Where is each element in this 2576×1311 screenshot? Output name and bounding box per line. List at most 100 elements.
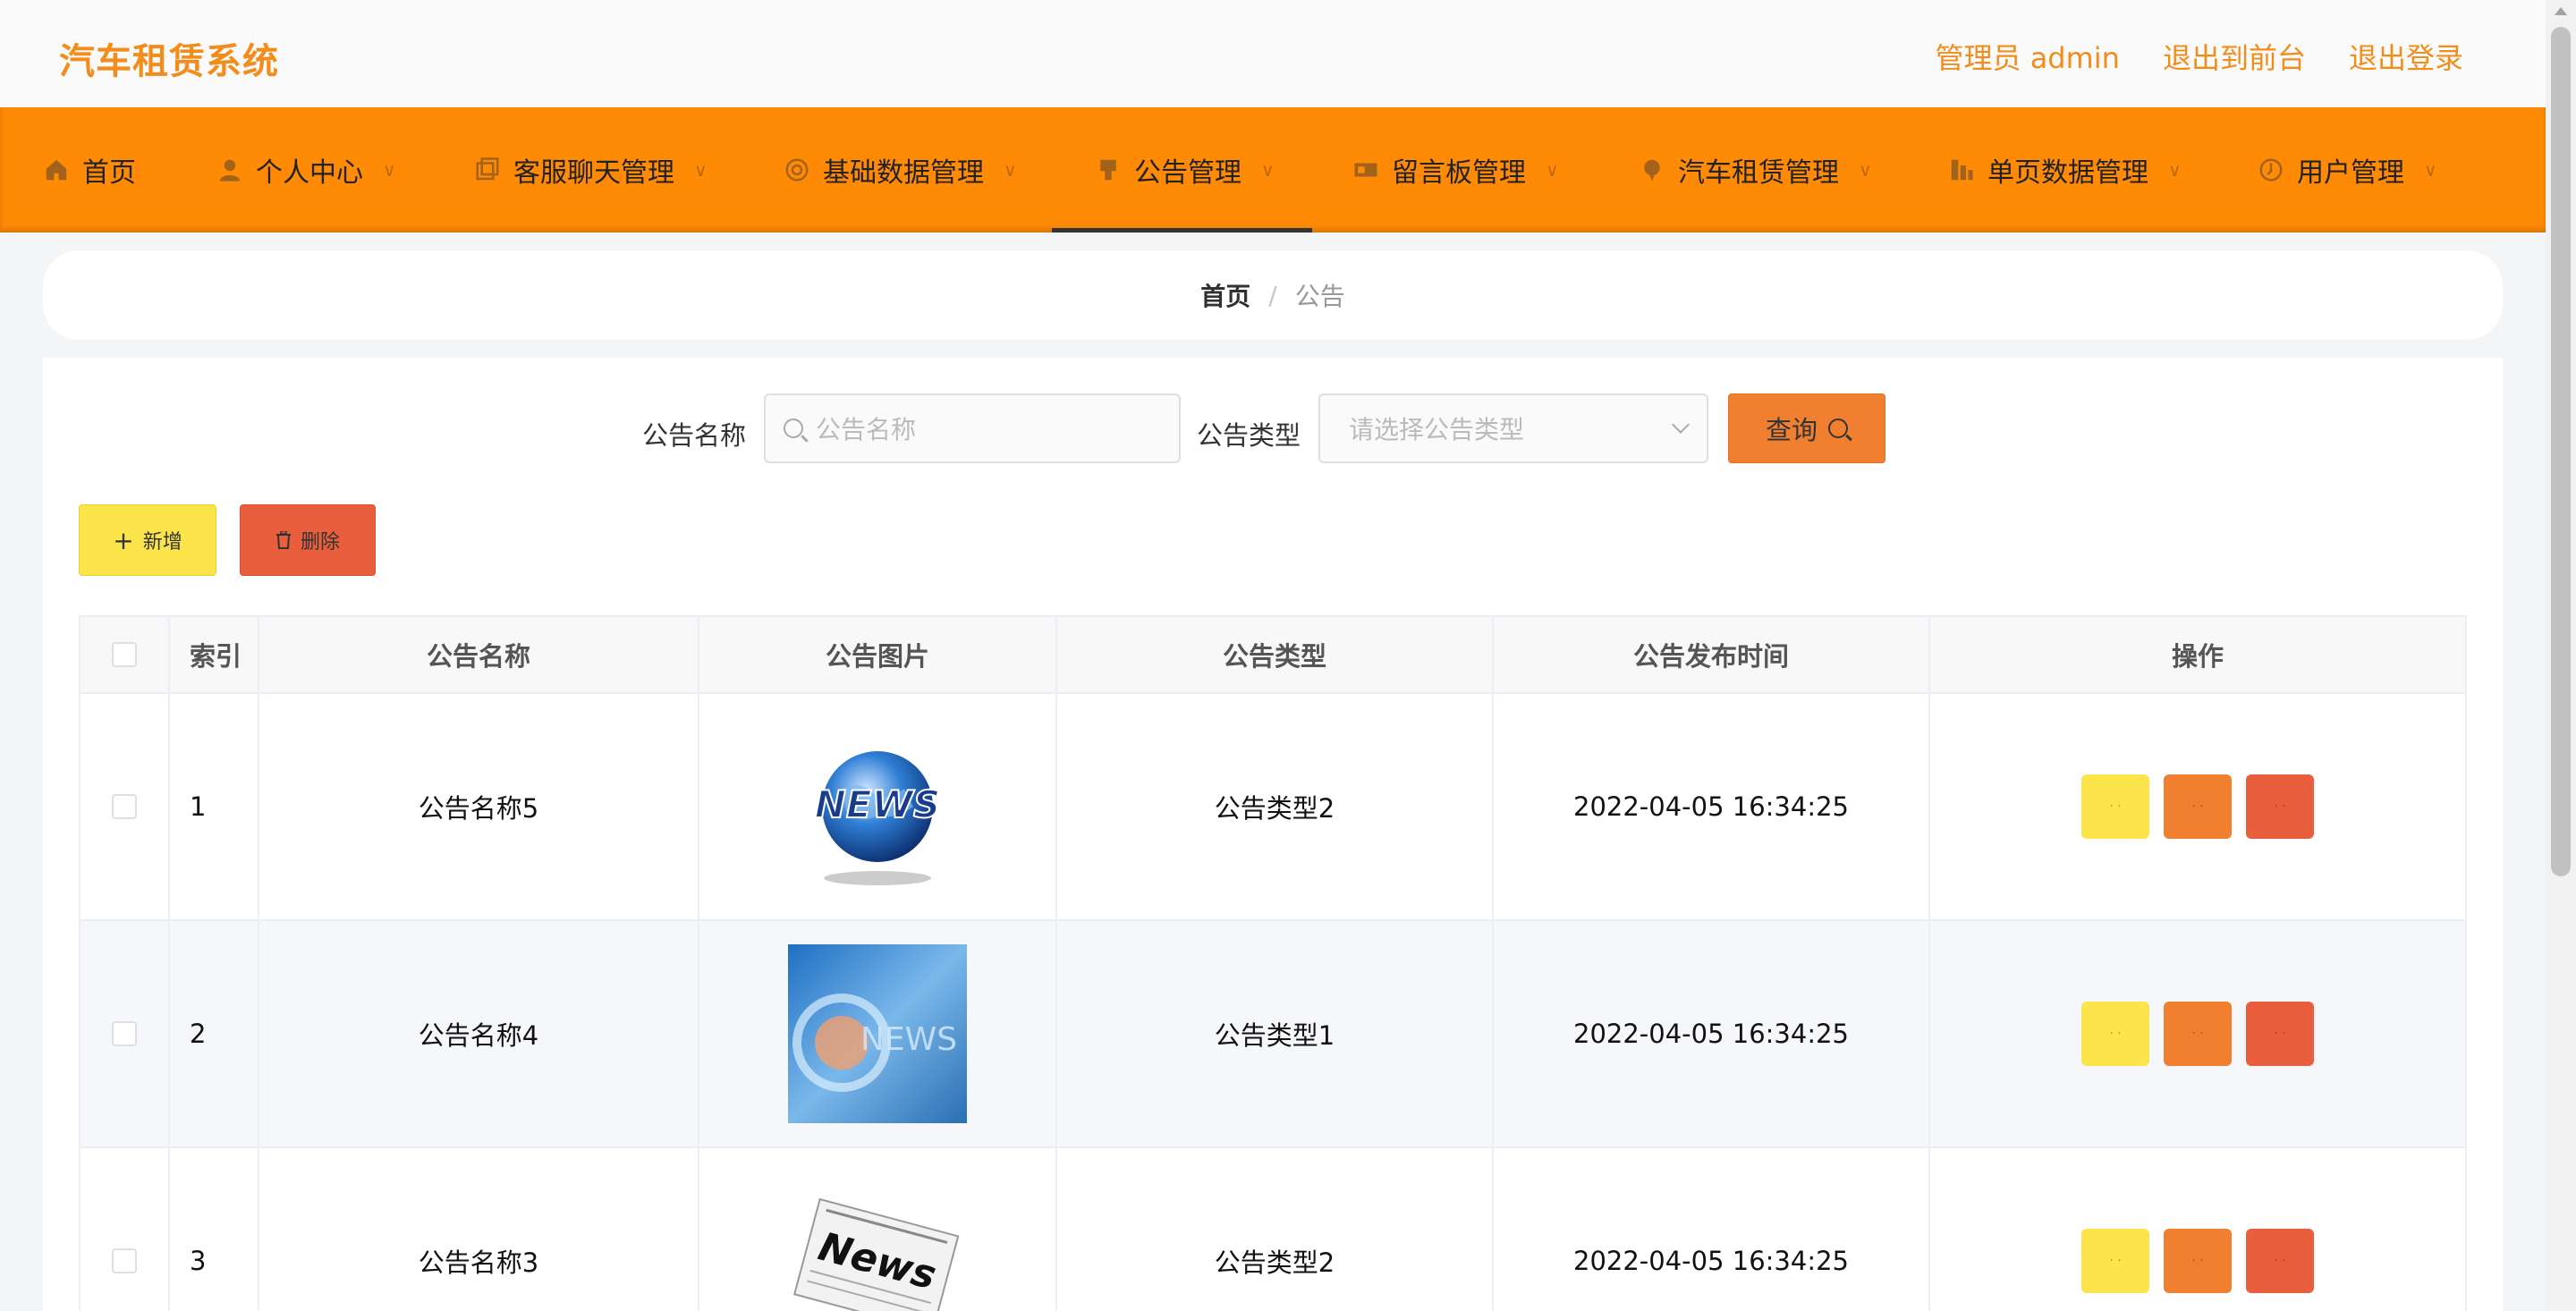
- notice-type-placeholder: 请选择公告类型: [1349, 415, 1525, 444]
- row-type: 公告类型2: [1057, 1148, 1494, 1311]
- notice-type-select[interactable]: 请选择公告类型: [1318, 393, 1708, 463]
- nav-item-notice[interactable]: 公告管理 ∨: [1052, 107, 1312, 233]
- nav-label: 首页: [82, 157, 136, 189]
- row-checkbox[interactable]: [112, 794, 137, 819]
- nav-item-personal[interactable]: 个人中心 ∨: [216, 107, 396, 233]
- select-all-checkbox[interactable]: [112, 642, 137, 667]
- row-image-cell: NEWS: [699, 694, 1057, 919]
- nav-item-home[interactable]: 首页: [43, 107, 136, 233]
- chevron-down-icon: ∨: [1004, 159, 1017, 181]
- newspaper-image: News: [792, 1197, 960, 1311]
- plus-icon: +: [113, 525, 134, 555]
- row-delete-button[interactable]: · ·: [2246, 1229, 2314, 1293]
- trash-icon: [275, 531, 291, 549]
- delete-button[interactable]: 删除: [240, 504, 376, 576]
- column-header-ops: 操作: [2171, 641, 2224, 672]
- nav-label: 留言板管理: [1392, 157, 1526, 189]
- chevron-down-icon: ∨: [694, 159, 708, 181]
- nav-item-car-rental[interactable]: 汽车租赁管理 ∨: [1639, 107, 1872, 233]
- notice-table: 索引 公告名称 公告图片 公告类型 公告发布时间 操作 1 公告名称5 NEWS…: [79, 615, 2467, 1311]
- logout-link[interactable]: 退出登录: [2349, 36, 2463, 77]
- column-header-type: 公告类型: [1057, 617, 1494, 692]
- row-type: 公告类型2: [1057, 694, 1494, 919]
- nav-label: 汽车租赁管理: [1678, 157, 1839, 189]
- main-nav: 首页 个人中心 ∨ 客服聊天管理 ∨ 基础数据管理 ∨ 公告管理 ∨ 留言板管理…: [0, 107, 2546, 233]
- search-icon: [1828, 419, 1848, 438]
- home-icon: [46, 159, 67, 181]
- row-type: 公告类型1: [1057, 921, 1494, 1146]
- nav-item-basic-data[interactable]: 基础数据管理 ∨: [784, 107, 1017, 233]
- add-button[interactable]: + 新增: [79, 504, 216, 576]
- nav-item-users[interactable]: 用户管理 ∨: [2258, 107, 2437, 233]
- breadcrumb-current: 公告: [1294, 282, 1345, 311]
- nav-item-message-board[interactable]: 留言板管理 ∨: [1352, 107, 1559, 233]
- column-header-index: 索引: [170, 617, 259, 692]
- chevron-down-icon: [1672, 416, 1690, 434]
- query-button[interactable]: 查询: [1728, 393, 1885, 463]
- scroll-up-arrow-icon[interactable]: [2555, 7, 2567, 15]
- row-ops: · · · · · ·: [1930, 694, 2465, 919]
- app-title: 汽车租赁系统: [59, 41, 279, 82]
- svg-text:NEWS: NEWS: [860, 1021, 957, 1058]
- row-index: 3: [170, 1148, 259, 1311]
- message-board-icon: [1354, 163, 1377, 177]
- top-header: 汽车租赁系统 管理员 admin 退出到前台 退出登录: [0, 0, 2546, 107]
- edit-button[interactable]: · ·: [2164, 774, 2232, 839]
- row-time: 2022-04-05 16:34:25: [1494, 921, 1930, 1146]
- edit-button[interactable]: · ·: [2164, 1002, 2232, 1066]
- nav-label: 客服聊天管理: [513, 157, 674, 189]
- row-checkbox-cell: [80, 921, 170, 1146]
- row-index: 2: [170, 921, 259, 1146]
- row-delete-button[interactable]: · ·: [2246, 1002, 2314, 1066]
- notice-name-label: 公告名称: [642, 420, 747, 451]
- chevron-down-icon: ∨: [2424, 159, 2437, 181]
- nav-label: 公告管理: [1134, 157, 1241, 189]
- row-name: 公告名称3: [259, 1148, 699, 1311]
- nav-label: 单页数据管理: [1987, 157, 2148, 189]
- breadcrumb: 首页 / 公告: [43, 250, 2503, 340]
- nav-item-chat[interactable]: 客服聊天管理 ∨: [474, 107, 708, 233]
- content-panel: 公告名称 公告名称 公告类型 请选择公告类型 查询 + 新增 删除 索引 公告名…: [43, 358, 2503, 1311]
- notice-name-input[interactable]: 公告名称: [764, 393, 1181, 463]
- nav-item-single-page[interactable]: 单页数据管理 ∨: [1948, 107, 2182, 233]
- edit-button[interactable]: · ·: [2164, 1229, 2232, 1293]
- table-row: 1 公告名称5 NEWS 公告类型2 2022-04-05 16:34:25 ·…: [80, 694, 2465, 921]
- nav-label: 用户管理: [2297, 157, 2404, 189]
- delete-label: 删除: [300, 531, 340, 554]
- row-ops: · · · · · ·: [1930, 921, 2465, 1146]
- column-header-name: 公告名称: [259, 617, 699, 692]
- row-delete-button[interactable]: · ·: [2246, 774, 2314, 839]
- exit-to-frontend-link[interactable]: 退出到前台: [2163, 36, 2306, 77]
- search-icon: [784, 419, 803, 438]
- page-scrollbar[interactable]: [2546, 0, 2576, 1311]
- breadcrumb-home[interactable]: 首页: [1200, 277, 1250, 313]
- view-button[interactable]: · ·: [2081, 1002, 2149, 1066]
- table-header-row: 索引 公告名称 公告图片 公告类型 公告发布时间 操作: [80, 617, 2465, 694]
- scrollbar-thumb[interactable]: [2551, 27, 2571, 876]
- row-checkbox[interactable]: [112, 1248, 137, 1273]
- table-row: 2 公告名称4 NEWS 公告类型1 2022-04-05 16:34:25 ·…: [80, 921, 2465, 1148]
- chevron-down-icon: ∨: [1261, 159, 1275, 181]
- header-checkbox-cell: [80, 617, 170, 692]
- database-icon: [785, 158, 809, 182]
- column-header-time: 公告发布时间: [1494, 617, 1930, 692]
- admin-user-link[interactable]: 管理员 admin: [1936, 36, 2120, 77]
- row-time: 2022-04-05 16:34:25: [1494, 1148, 1930, 1311]
- view-button[interactable]: · ·: [2081, 774, 2149, 839]
- users-icon: [2259, 158, 2283, 182]
- column-header-image: 公告图片: [699, 617, 1057, 692]
- page-icon: [1951, 159, 1973, 181]
- notice-type-label: 公告类型: [1197, 420, 1301, 451]
- row-checkbox[interactable]: [112, 1021, 137, 1046]
- row-checkbox-cell: [80, 694, 170, 919]
- row-checkbox-cell: [80, 1148, 170, 1311]
- chevron-down-icon: ∨: [383, 159, 396, 181]
- user-icon: [219, 159, 241, 182]
- row-image-cell: NEWS: [699, 921, 1057, 1146]
- chevron-down-icon: ∨: [1546, 159, 1559, 181]
- chevron-down-icon: ∨: [2168, 159, 2182, 181]
- svg-text:NEWS: NEWS: [815, 782, 940, 826]
- row-image-cell: News: [699, 1148, 1057, 1311]
- view-button[interactable]: · ·: [2081, 1229, 2149, 1293]
- header-links: 管理员 admin 退出到前台 退出登录: [1936, 36, 2463, 77]
